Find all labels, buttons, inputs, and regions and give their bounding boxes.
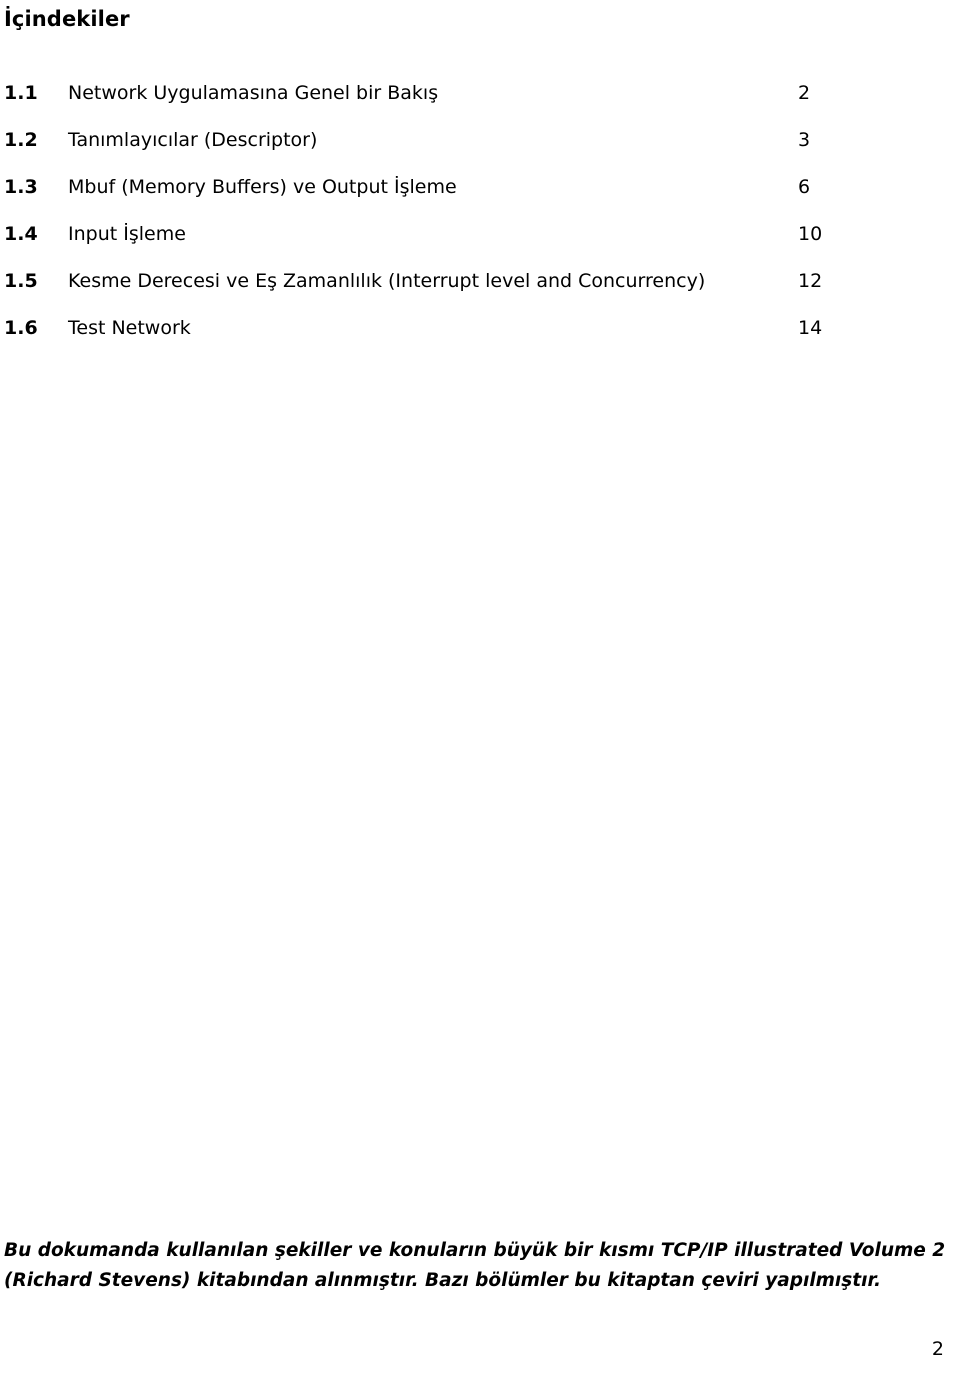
- toc-entry-label: Tanımlayıcılar (Descriptor): [68, 129, 318, 151]
- toc-entry-label: Mbuf (Memory Buffers) ve Output İşleme: [68, 176, 457, 198]
- page-title: İçindekiler: [4, 7, 130, 31]
- toc-entry[interactable]: 1.4 Input İşleme 10: [0, 211, 960, 258]
- toc-entry-page: 12: [798, 270, 823, 292]
- toc-entry[interactable]: 1.5 Kesme Derecesi ve Eş Zamanlılık (Int…: [0, 258, 960, 305]
- toc-entry-label: Network Uygulamasına Genel bir Bakış: [68, 82, 439, 104]
- source-note-line-1: Bu dokumanda kullanılan şekiller ve konu…: [4, 1240, 946, 1261]
- source-note-line-2: (Richard Stevens) kitabından alınmıştır.…: [4, 1270, 881, 1291]
- toc-entry[interactable]: 1.2 Tanımlayıcılar (Descriptor) 3: [0, 117, 960, 164]
- toc-entry[interactable]: 1.3 Mbuf (Memory Buffers) ve Output İşle…: [0, 164, 960, 211]
- toc-entry-page: 10: [798, 223, 823, 245]
- toc-entry-number: 1.3: [4, 176, 38, 198]
- toc-entry-page: 6: [798, 176, 811, 198]
- document-page: İçindekiler 1.1 Network Uygulamasına Gen…: [0, 0, 960, 1375]
- toc-entry-label: Input İşleme: [68, 223, 186, 245]
- toc-entry-number: 1.6: [4, 317, 38, 339]
- toc-entry[interactable]: 1.1 Network Uygulamasına Genel bir Bakış…: [0, 70, 960, 117]
- toc-entry[interactable]: 1.6 Test Network 14: [0, 305, 960, 352]
- page-number: 2: [931, 1338, 944, 1360]
- toc-entry-number: 1.4: [4, 223, 38, 245]
- toc-entry-page: 14: [798, 317, 823, 339]
- source-note: Bu dokumanda kullanılan şekiller ve konu…: [4, 1236, 946, 1296]
- table-of-contents: 1.1 Network Uygulamasına Genel bir Bakış…: [0, 70, 960, 352]
- toc-entry-page: 3: [798, 129, 811, 151]
- toc-entry-label: Test Network: [68, 317, 191, 339]
- toc-entry-page: 2: [798, 82, 811, 104]
- toc-entry-number: 1.5: [4, 270, 38, 292]
- toc-entry-number: 1.1: [4, 82, 38, 104]
- toc-entry-number: 1.2: [4, 129, 38, 151]
- toc-entry-label: Kesme Derecesi ve Eş Zamanlılık (Interru…: [68, 270, 706, 292]
